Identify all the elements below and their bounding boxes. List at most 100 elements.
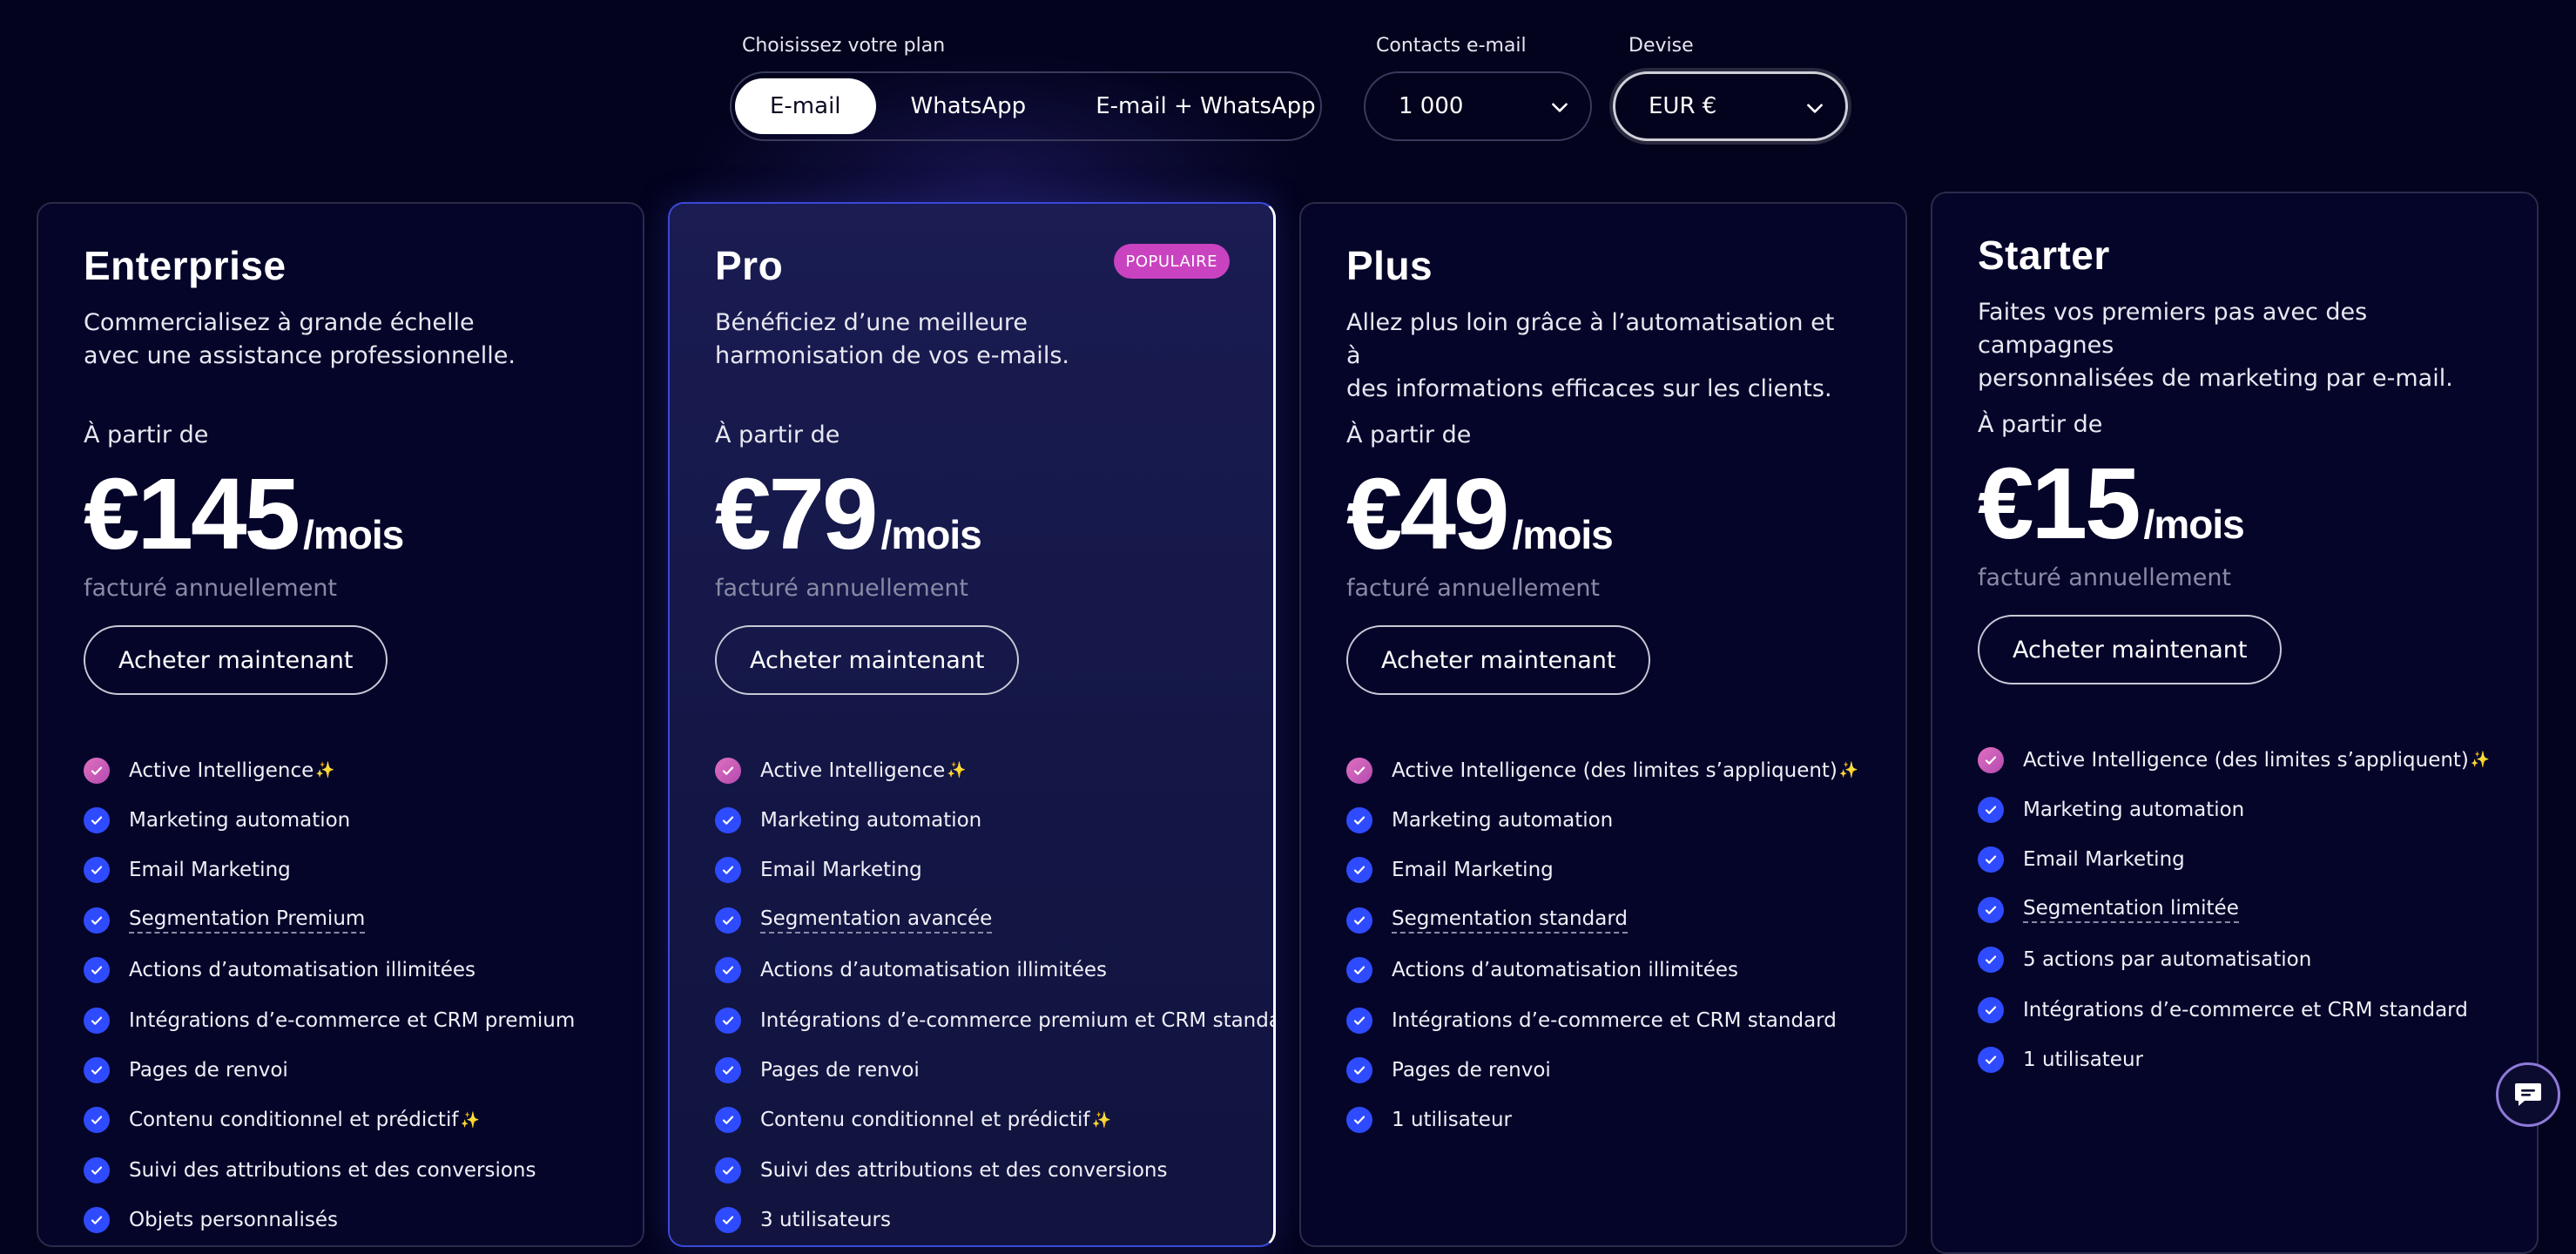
feature-label[interactable]: Segmentation standard xyxy=(1392,907,1628,934)
feature-list: Active Intelligence (des limites s’appli… xyxy=(1346,745,1858,1145)
plan-description-line: Faites vos premiers pas avec des campagn… xyxy=(1978,299,2368,359)
feature-label: Contenu conditionnel et prédictif xyxy=(760,1109,1090,1132)
price-prefix: À partir de xyxy=(84,421,209,448)
price: €145 /mois xyxy=(84,462,404,566)
check-circle-icon xyxy=(1346,957,1372,984)
feature-item: Email Marketing xyxy=(84,846,575,895)
check-circle-icon xyxy=(84,1057,110,1084)
plan-title: Plus xyxy=(1346,243,1433,288)
feature-item: Intégrations d’e-commerce et CRM premium xyxy=(84,995,575,1045)
plan-description-line: Allez plus loin grâce à l’automatisation… xyxy=(1346,309,1835,369)
feature-label: Marketing automation xyxy=(129,809,351,833)
check-circle-icon xyxy=(1346,1007,1372,1034)
plan-description-line: Commercialisez à grande échelle xyxy=(84,309,475,336)
plan-description-line: des informations efficaces sur les clien… xyxy=(1346,375,1832,402)
buy-now-button-plus[interactable]: Acheter maintenant xyxy=(1346,625,1651,695)
plan-card-pro: Pro POPULAIRE Bénéficiez d’une meilleure … xyxy=(668,202,1276,1247)
feature-label: Intégrations d’e-commerce et CRM standar… xyxy=(1392,1008,1837,1032)
check-circle-icon xyxy=(84,1156,110,1183)
contacts-select[interactable]: 1 000 xyxy=(1364,71,1592,141)
feature-item: Objets personnalisés xyxy=(84,1196,575,1245)
check-circle-icon xyxy=(84,857,110,884)
billing-note: facturé annuellement xyxy=(715,575,969,602)
chevron-down-icon xyxy=(1807,104,1823,113)
currency-label: Devise xyxy=(1629,35,1694,57)
plan-card-starter: Starter Faites vos premiers pas avec des… xyxy=(1931,192,2539,1254)
check-circle-icon xyxy=(715,807,741,834)
feature-item: Actions d’automatisation illimitées xyxy=(84,946,575,995)
feature-item: Intégrations d’e-commerce et CRM standar… xyxy=(1346,995,1858,1045)
feature-item: Marketing automation xyxy=(1978,785,2490,834)
buy-now-button-pro[interactable]: Acheter maintenant xyxy=(715,625,1020,695)
price: €79 /mois xyxy=(715,462,982,566)
feature-label[interactable]: Segmentation Premium xyxy=(129,907,366,934)
price-period: /mois xyxy=(880,512,982,557)
check-circle-icon xyxy=(1978,896,2004,923)
check-circle-icon xyxy=(84,1207,110,1234)
feature-label: 5 actions par automatisation xyxy=(2023,948,2312,972)
feature-item: Actions d’automatisation illimitées xyxy=(715,946,1273,995)
feature-item: Pages de renvoi xyxy=(715,1045,1273,1095)
feature-item: Segmentation standard xyxy=(1346,895,1858,945)
price: €49 /mois xyxy=(1346,462,1614,566)
feature-item: Intégrations d’e-commerce et CRM standar… xyxy=(1978,985,2490,1035)
plan-description-line: avec une assistance professionnelle. xyxy=(84,342,516,369)
feature-label[interactable]: Segmentation limitée xyxy=(2023,897,2239,923)
currency-select[interactable]: EUR € xyxy=(1613,71,1848,141)
feature-list: Active Intelligence (des limites s’appli… xyxy=(1978,735,2490,1085)
plan-option-email-whatsapp[interactable]: E-mail + WhatsApp xyxy=(1061,78,1336,134)
check-circle-icon xyxy=(715,757,741,784)
plan-description: Commercialisez à grande échelle avec une… xyxy=(84,307,589,373)
buy-now-button-enterprise[interactable]: Acheter maintenant xyxy=(84,625,388,695)
check-circle-icon xyxy=(84,1107,110,1134)
feature-label: Email Marketing xyxy=(760,859,922,882)
currency-value: EUR € xyxy=(1649,93,1717,119)
plan-description-line: harmonisation de vos e-mails. xyxy=(715,342,1069,369)
feature-label: Active Intelligence xyxy=(760,758,946,782)
billing-note: facturé annuellement xyxy=(1346,575,1601,602)
plan-description-line: Bénéficiez d’une meilleure xyxy=(715,309,1028,336)
feature-item: Marketing automation xyxy=(1346,795,1858,845)
feature-label: Suivi des attributions et des conversion… xyxy=(760,1158,1168,1182)
check-circle-icon xyxy=(84,807,110,834)
feature-item: Segmentation avancée xyxy=(715,895,1273,945)
check-circle-icon xyxy=(715,1156,741,1183)
feature-label: Intégrations d’e-commerce et CRM premium xyxy=(129,1008,576,1032)
price-amount: €15 xyxy=(1978,447,2141,560)
feature-item: Email Marketing xyxy=(1346,846,1858,895)
chevron-down-icon xyxy=(1552,103,1568,112)
check-circle-icon xyxy=(1346,907,1372,934)
feature-label: Active Intelligence (des limites s’appli… xyxy=(1392,758,1838,782)
plan-description: Allez plus loin grâce à l’automatisation… xyxy=(1346,307,1851,406)
sparkle-icon: ✨ xyxy=(315,761,335,780)
feature-label: Actions d’automatisation illimitées xyxy=(760,959,1108,982)
feature-label: 1 utilisateur xyxy=(1392,1109,1512,1132)
chat-button[interactable] xyxy=(2496,1062,2560,1127)
check-circle-icon xyxy=(84,957,110,984)
feature-label: Active Intelligence xyxy=(129,758,314,782)
feature-item: Marketing automation xyxy=(715,795,1273,845)
feature-label: Marketing automation xyxy=(1392,809,1614,833)
feature-label: Email Marketing xyxy=(129,859,291,882)
check-circle-icon xyxy=(1346,1107,1372,1134)
price-prefix: À partir de xyxy=(715,421,840,448)
feature-label: Contenu conditionnel et prédictif xyxy=(129,1109,459,1132)
billing-note: facturé annuellement xyxy=(1978,564,2232,591)
plan-option-email[interactable]: E-mail xyxy=(735,78,876,134)
sparkle-icon: ✨ xyxy=(460,1110,480,1129)
plan-option-whatsapp[interactable]: WhatsApp xyxy=(876,78,1062,134)
check-circle-icon xyxy=(715,1057,741,1084)
feature-item: Segmentation Premium xyxy=(84,895,575,945)
buy-now-button-starter[interactable]: Acheter maintenant xyxy=(1978,615,2283,684)
sparkle-icon: ✨ xyxy=(1091,1110,1111,1129)
check-circle-icon xyxy=(715,907,741,934)
check-circle-icon xyxy=(1978,1047,2004,1074)
feature-label[interactable]: Segmentation avancée xyxy=(760,907,993,934)
check-circle-icon xyxy=(1978,947,2004,974)
feature-item: Suivi des attributions et des conversion… xyxy=(715,1145,1273,1195)
feature-item: 1 utilisateur xyxy=(1346,1096,1858,1145)
feature-item: Suivi des attributions et des conversion… xyxy=(84,1145,575,1195)
feature-item: Pages de renvoi xyxy=(1346,1045,1858,1095)
feature-item: Segmentation limitée xyxy=(1978,885,2490,934)
feature-label: Email Marketing xyxy=(1392,859,1554,882)
